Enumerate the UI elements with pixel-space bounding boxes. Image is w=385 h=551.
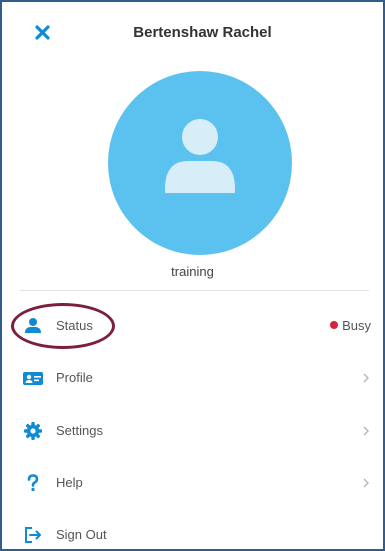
menu-item-signout[interactable]: Sign Out <box>2 512 383 549</box>
status-badge: Busy <box>330 318 371 333</box>
chevron-right-icon <box>363 478 369 488</box>
chevron-right-icon <box>363 426 369 436</box>
account-name: training <box>171 264 214 279</box>
menu-item-help[interactable]: Help <box>2 460 383 506</box>
gear-icon <box>24 422 42 440</box>
avatar <box>108 71 292 255</box>
divider <box>20 290 369 291</box>
menu-item-label: Help <box>56 475 83 490</box>
status-value: Busy <box>342 318 371 333</box>
person-silhouette-icon <box>165 119 235 193</box>
menu-item-label: Profile <box>56 370 93 385</box>
question-icon <box>27 474 39 492</box>
menu-item-label: Settings <box>56 423 103 438</box>
app-frame: Bertenshaw Rachel training Status Busy P… <box>0 0 385 551</box>
close-icon <box>35 25 50 40</box>
menu-item-status[interactable]: Status Busy <box>2 303 383 349</box>
menu-item-label: Sign Out <box>56 527 107 542</box>
menu-item-label: Status <box>56 318 93 333</box>
person-icon <box>25 318 41 333</box>
close-button[interactable] <box>32 22 54 44</box>
sign-out-icon <box>25 527 41 543</box>
menu-item-settings[interactable]: Settings <box>2 408 383 454</box>
menu-item-profile[interactable]: Profile <box>2 355 383 401</box>
id-card-icon <box>23 372 43 385</box>
header: Bertenshaw Rachel <box>2 2 383 62</box>
chevron-right-icon <box>363 373 369 383</box>
busy-dot-icon <box>330 321 339 329</box>
page-title: Bertenshaw Rachel <box>133 24 272 41</box>
